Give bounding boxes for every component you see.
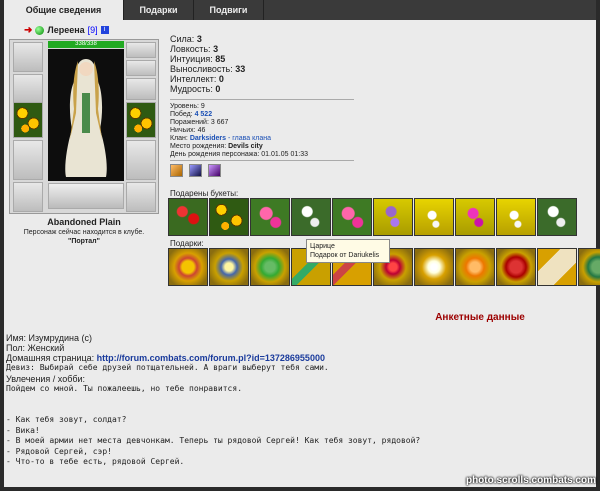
tab-bar-fill — [264, 0, 596, 20]
bouquet-item[interactable] — [455, 198, 495, 236]
info-draws: Ничьих: 46 — [170, 127, 206, 134]
belt-slot[interactable] — [13, 182, 43, 212]
character-header: ➜ Лереена [9] i — [24, 24, 159, 36]
character-info: Уровень: 9 Побед: 4 522 Поражений: 3 667… — [170, 103, 430, 159]
profile-line: - Рядовой Сергей, сэр! — [6, 446, 112, 456]
gifts-label: Подарки: — [170, 239, 204, 248]
tab-bar: Общие сведения Подарки Подвиги — [4, 0, 596, 20]
profile-section: Имя: Изумрудина (с) Пол: Женский Домашня… — [6, 333, 592, 468]
character-nick: Лереена — [47, 25, 85, 35]
clan-emblem-icon[interactable] — [189, 164, 202, 177]
gift-item[interactable] — [578, 248, 600, 286]
boots-slot[interactable] — [126, 182, 156, 212]
bouquets-row — [168, 198, 577, 236]
watermark: photo.scrolls.combats.com — [465, 475, 596, 486]
rings-slot[interactable] — [126, 78, 156, 100]
profile-line: - Что-то в тебе есть, рядовой Сергей. — [6, 457, 185, 466]
info-divider — [170, 160, 354, 161]
bracer-slot[interactable] — [13, 74, 43, 104]
gloves-slot[interactable] — [126, 140, 156, 180]
character-doll: 338/338 — [9, 39, 159, 214]
info-losses: Поражений: 3 667 — [170, 119, 229, 126]
info-clan: Клан: Darksiders - глава клана — [170, 135, 271, 142]
bouquet-item[interactable] — [414, 198, 454, 236]
gift-item[interactable] — [496, 248, 536, 286]
bouquet-item[interactable] — [496, 198, 536, 236]
alignment-icon — [35, 25, 45, 35]
hp-bar: 338/338 — [48, 41, 124, 48]
stat-wisdom: Мудрость: 0 — [170, 84, 221, 94]
badges-row — [170, 164, 221, 177]
gift-item[interactable] — [209, 248, 249, 286]
tooltip-from: Подарок от Dariukelis — [310, 252, 380, 259]
tab-general[interactable]: Общие сведения — [4, 0, 124, 20]
profile-line: - Вика! — [6, 425, 40, 435]
stat-intuition: Интуиция: 85 — [170, 54, 226, 64]
doll-bottom-bar — [48, 183, 124, 209]
profile-line — [6, 405, 592, 416]
profile-line: - В моей армии нет места девчонкам. Тепе… — [6, 436, 421, 445]
profile-hobby-label: Увлечения / хобби: — [6, 373, 86, 384]
profile-name: Имя: Изумрудина (с) — [6, 333, 92, 343]
gift-tooltip: Царице Подарок от Dariukelis — [306, 239, 390, 263]
gift-item[interactable] — [250, 248, 290, 286]
stat-endurance: Выносливость: 33 — [170, 64, 246, 74]
bouquet-item[interactable] — [168, 198, 208, 236]
bouquet-item[interactable] — [250, 198, 290, 236]
profile-line — [6, 394, 592, 405]
profile-homepage: Домашняя страница: http://forum.combats.… — [6, 353, 325, 363]
gift-item[interactable] — [414, 248, 454, 286]
questionnaire-title: Анкетные данные — [435, 312, 525, 323]
stat-agility: Ловкость: 3 — [170, 44, 219, 54]
bouquet-item[interactable] — [537, 198, 577, 236]
clan-rank-icon[interactable] — [208, 164, 221, 177]
portrait-image — [48, 49, 124, 181]
info-level: Уровень: 9 — [170, 103, 205, 110]
weapon-slot-left[interactable] — [13, 102, 43, 138]
tab-deeds[interactable]: Подвиги — [194, 0, 264, 20]
status-room: "Портал" — [68, 238, 100, 245]
stats-list: Сила: 3 Ловкость: 3 Интуиция: 85 Выносли… — [170, 34, 350, 94]
bouquet-item[interactable] — [373, 198, 413, 236]
gift-item[interactable] — [168, 248, 208, 286]
stat-strength: Сила: 3 — [170, 34, 202, 44]
info-birthday: День рождения персонажа: 01.01.05 01:33 — [170, 151, 308, 158]
profile-line: Пойдем со мной. Ты пожалеешь, но тебе по… — [6, 383, 243, 393]
homepage-link[interactable]: http://forum.combats.com/forum.pl?id=137… — [97, 353, 325, 363]
helmet-slot[interactable] — [13, 42, 43, 72]
gift-item[interactable] — [455, 248, 495, 286]
tooltip-title: Царице — [310, 243, 335, 250]
hp-text: 338/338 — [75, 41, 97, 47]
bouquet-item[interactable] — [332, 198, 372, 236]
info-birthplace: Место рождения: Devils city — [170, 143, 263, 150]
profile-motto: Девиз: Выбирай себе друзей потщательней.… — [6, 363, 329, 372]
weapon-slot-right[interactable] — [126, 102, 156, 138]
clan-link[interactable]: Darksiders — [190, 135, 226, 142]
stat-intellect: Интеллект: 0 — [170, 74, 224, 84]
bouquet-item[interactable] — [291, 198, 331, 236]
location-name: Abandoned Plain — [47, 217, 121, 227]
gift-item[interactable] — [537, 248, 577, 286]
status-text: Персонаж сейчас находится в клубе. — [23, 229, 145, 236]
bouquets-label: Подарены букеты: — [170, 189, 239, 198]
stats-divider — [170, 99, 354, 100]
character-portrait — [48, 49, 124, 181]
profile-gender: Пол: Женский — [6, 343, 65, 353]
tab-gifts[interactable]: Подарки — [124, 0, 194, 20]
profile-line: - Как тебя зовут, солдат? — [6, 415, 127, 424]
armor-slot[interactable] — [13, 140, 43, 180]
earrings-slot[interactable] — [126, 60, 156, 76]
character-level: [9] — [87, 25, 98, 35]
bouquet-item[interactable] — [209, 198, 249, 236]
info-icon[interactable]: i — [100, 26, 109, 34]
amulet-slot[interactable] — [126, 42, 156, 58]
private-arrow-icon[interactable]: ➜ — [24, 25, 32, 36]
info-wins: Побед: 4 522 — [170, 111, 213, 118]
badge-icon[interactable] — [170, 164, 183, 177]
